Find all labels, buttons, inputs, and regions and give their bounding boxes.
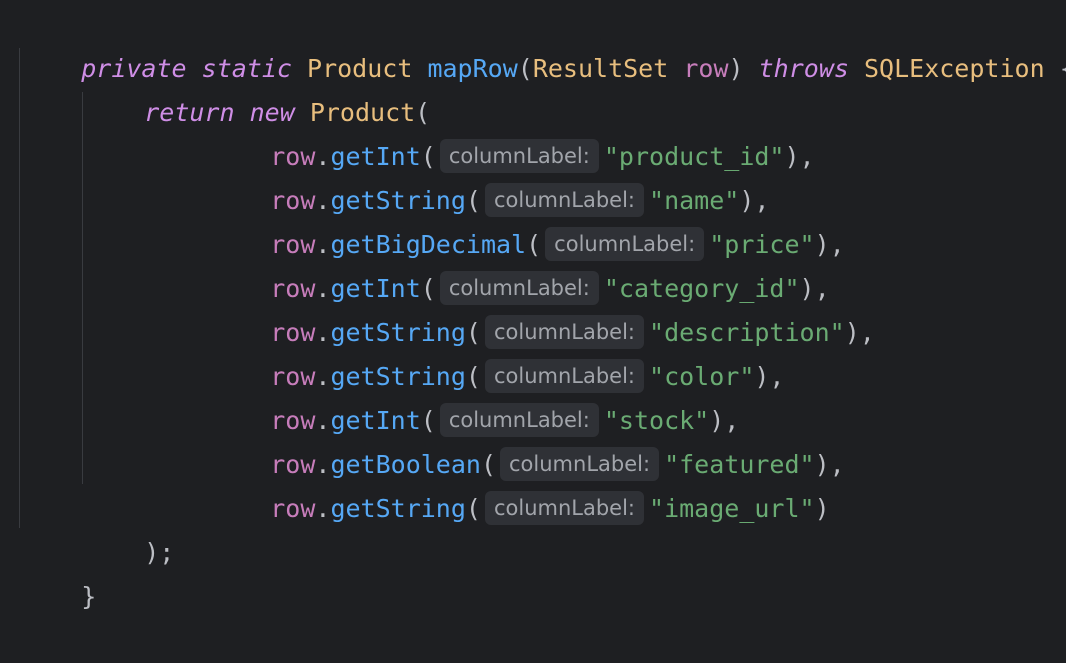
call-close: ), <box>754 362 785 391</box>
code-line-return[interactable]: return new Product( <box>84 47 430 127</box>
close-paren: ) <box>728 54 744 83</box>
indent-guide-return <box>82 92 83 484</box>
keyword-throws: throws <box>758 54 849 83</box>
code-line-call[interactable]: row.getBoolean(columnLabel: "featured"), <box>210 399 845 481</box>
code-line-call[interactable]: row.getInt(columnLabel: "product_id"), <box>210 91 815 173</box>
code-line-close-paren[interactable]: ); <box>84 487 174 567</box>
parameter-hint: columnLabel: <box>484 491 645 525</box>
code-line-call[interactable]: row.getString(columnLabel: "image_url") <box>210 443 830 525</box>
indent-guide-method <box>19 48 20 528</box>
call-close: ), <box>784 142 815 171</box>
close-brace: } <box>81 582 97 611</box>
code-line-call[interactable]: row.getString(columnLabel: "name"), <box>210 135 769 217</box>
call-method: getString <box>330 494 466 523</box>
code-line-call[interactable]: row.getInt(columnLabel: "category_id"), <box>210 223 830 305</box>
open-paren: ( <box>517 54 533 83</box>
close-paren-semicolon: ); <box>144 538 175 567</box>
call-close: ) <box>814 494 830 523</box>
call-open-paren: ( <box>465 494 481 523</box>
code-line-call[interactable]: row.getString(columnLabel: "color"), <box>210 311 784 393</box>
code-line-call[interactable]: row.getBigDecimal(columnLabel: "price"), <box>210 179 845 261</box>
call-argument: "image_url" <box>649 494 815 523</box>
exception-type: SQLException <box>864 54 1045 83</box>
open-brace: { <box>1060 54 1066 83</box>
code-editor[interactable]: private static Product mapRow(ResultSet … <box>0 0 1066 611</box>
call-close: ), <box>844 318 875 347</box>
param-type: ResultSet <box>532 54 669 83</box>
code-line-call[interactable]: row.getString(columnLabel: "description")… <box>210 267 875 349</box>
code-line-signature[interactable]: private static Product mapRow(ResultSet … <box>21 3 1066 83</box>
call-dot: . <box>315 494 331 523</box>
method-name: mapRow <box>427 54 518 83</box>
code-line-call[interactable]: row.getInt(columnLabel: "stock"), <box>210 355 739 437</box>
param-name: row <box>683 54 729 83</box>
code-line-close-brace[interactable]: } <box>21 531 96 611</box>
call-object: row <box>270 494 316 523</box>
